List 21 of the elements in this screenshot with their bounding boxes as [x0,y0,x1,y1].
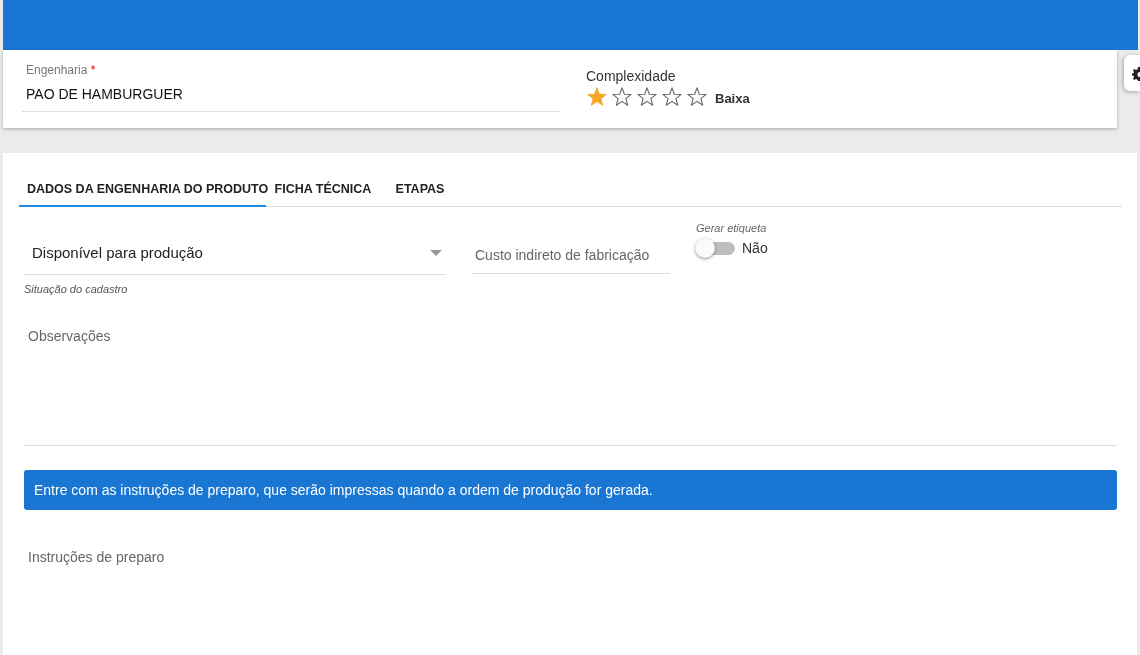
toggle-label: Gerar etiqueta [696,222,768,234]
empty-star-icon[interactable] [636,86,658,108]
field-value: PAO DE HAMBURGUER [26,86,184,102]
toggle-value: Não [742,240,768,256]
settings-button[interactable] [1124,55,1140,91]
field-label: Engenharia * [26,63,96,77]
filled-star-icon[interactable] [586,86,608,108]
info-banner: Entre com as instruções de preparo, que serão impressas quando a ordem de produção for gerada. [24,470,1117,510]
empty-star-icon[interactable] [611,86,633,108]
rating-text: Baixa [715,91,750,106]
empty-star-icon[interactable] [686,86,708,108]
settings-icon [1132,65,1140,81]
dropdown-caret-icon [430,249,442,256]
situation-select[interactable]: Disponível para produção [24,231,446,275]
helper-text: Situação do cadastro [24,283,129,295]
complexity-label: Complexidade [586,68,677,84]
tab[interactable]: DADOS DA ENGENHARIA DO PRODUTO [19,173,266,207]
toggle-switch[interactable] [695,238,735,258]
engineering-field[interactable]: Engenharia * PAO DE HAMBURGUER [22,50,560,112]
tab[interactable]: ETAPAS [380,173,460,207]
empty-star-icon[interactable] [661,86,683,108]
